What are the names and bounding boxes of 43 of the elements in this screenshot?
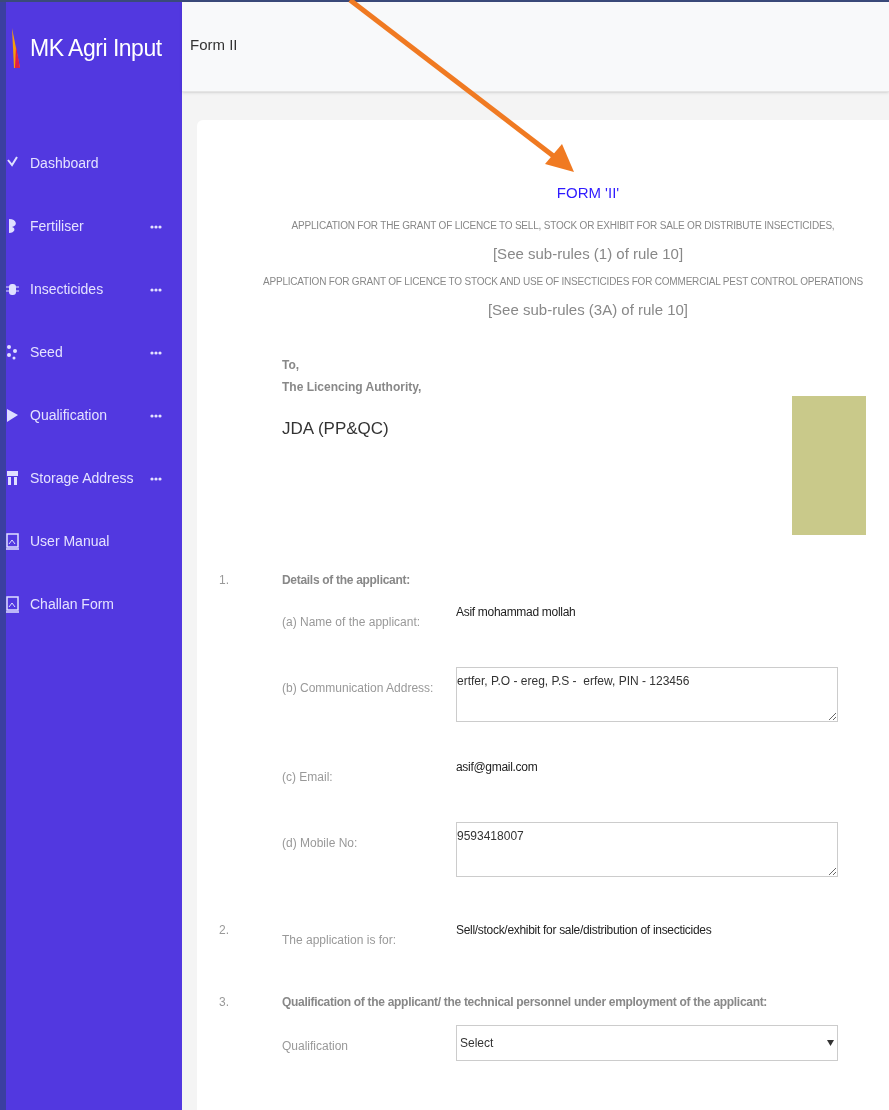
form-caption: APPLICATION FOR THE GRANT OF LICENCE TO SELL, STOCK OR EXHIBIT FOR SALE OR DISTRIBUTE INSECTICIDES, — [291, 218, 835, 233]
field-label: Qualification — [282, 1037, 350, 1055]
document-icon — [6, 596, 19, 613]
section-heading: Details of the applicant: — [282, 571, 411, 589]
select-field[interactable]: Select — [456, 1024, 838, 1061]
form-title: FORM 'II' — [555, 183, 621, 203]
section-number: 2. — [218, 921, 230, 939]
section-heading: Qualification of the applicant/ the technical personnel under employment of the applicant: — [282, 993, 769, 1011]
sidebar-item[interactable]: Challan Form — [6, 573, 182, 636]
text-area[interactable]: ertfer, P.O - ereg, P.S - erfew, PIN - 123456 — [456, 666, 838, 722]
field-value: Sell/stock/exhibit for sale/distribution of insecticides — [456, 921, 712, 939]
rule-reference: [See sub-rules (1) of rule 10] — [492, 243, 684, 264]
salutation: To, — [282, 356, 301, 374]
leaf-icon — [6, 218, 19, 235]
field-label: (d) Mobile No: — [282, 834, 359, 852]
store-icon — [6, 470, 19, 487]
sidebar-item[interactable]: Seed — [6, 321, 182, 384]
field-value: Asif mohammad mollah — [456, 603, 576, 621]
form-caption: APPLICATION FOR GRANT OF LICENCE TO STOCK AND USE OF INSECTICIDES FOR COMMERCIAL PEST CONTROL OPERATIONS — [262, 275, 863, 289]
field-label: (b) Communication Address: — [282, 679, 435, 697]
rule-reference: [See sub-rules (3A) of rule 10] — [487, 300, 689, 320]
office-name: JDA (PP&QC) — [282, 417, 390, 440]
sidebar-item[interactable]: Insecticides — [6, 258, 182, 321]
field-label: (a) Name of the applicant: — [282, 613, 422, 631]
sidebar-item[interactable]: Dashboard — [6, 132, 182, 195]
bug-icon — [6, 281, 19, 298]
sidebar-item[interactable]: Storage Address — [6, 447, 182, 510]
page-title: Form II — [190, 35, 238, 55]
field-value: asif@gmail.com — [456, 758, 538, 776]
section-number: 1. — [218, 571, 230, 589]
sidebar-item[interactable]: Fertiliser — [6, 195, 182, 258]
field-label: The application is for: — [282, 931, 398, 949]
authority-text: The Licencing Authority, — [282, 378, 422, 396]
document-icon — [6, 533, 19, 550]
dropdown-caret-icon — [827, 1039, 834, 1046]
sidebar-item[interactable]: Qualification — [6, 384, 182, 447]
sidebar-item[interactable]: User Manual — [6, 510, 182, 573]
brand-name: MK Agri Input — [30, 36, 162, 60]
section-number: 3. — [218, 993, 230, 1011]
arrow-shape-icon — [6, 407, 19, 424]
dots-icon — [6, 344, 19, 361]
field-label: (c) Email: — [282, 768, 334, 786]
text-area[interactable]: 9593418007 — [456, 821, 838, 877]
